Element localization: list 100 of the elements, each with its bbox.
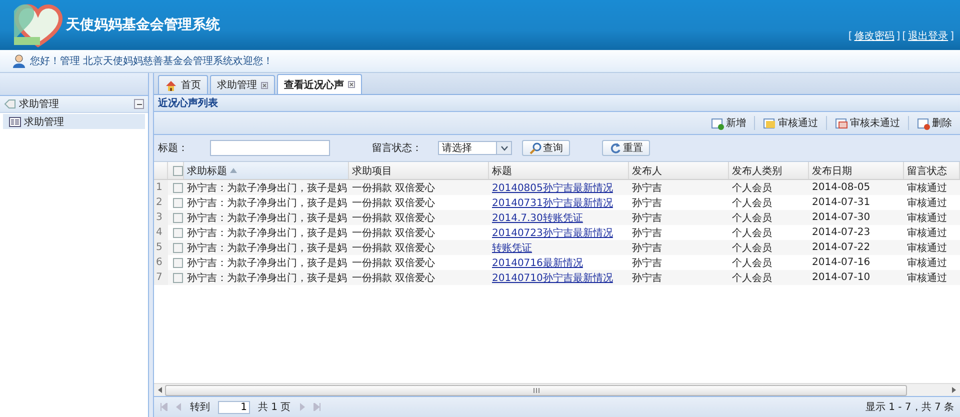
- table-cell-text: 个人会员: [731, 182, 773, 194]
- title-link[interactable]: 20140710孙宁吉最新情况: [492, 272, 613, 284]
- table-cell-text: 孙宁吉：为款子净身出门，孩子是妈: [186, 256, 348, 270]
- row-checkbox[interactable]: [173, 212, 183, 222]
- next-page-icon[interactable]: [298, 403, 305, 411]
- table-cell-text: 孙宁吉: [631, 226, 663, 240]
- column-header[interactable]: 留言状态: [904, 162, 960, 179]
- first-page-icon[interactable]: [160, 403, 168, 411]
- table-cell-text: 2014-07-16: [811, 257, 872, 268]
- table-cell-text: 一份捐款 双倍爱心: [351, 212, 436, 224]
- title-link[interactable]: 20140805孙宁吉最新情况: [492, 182, 613, 194]
- table-cell-text: 一份捐款 双倍爱心: [351, 256, 436, 270]
- toolbar-button[interactable]: 删除: [915, 114, 954, 132]
- table-cell-text: 个人会员: [731, 256, 773, 270]
- title-link[interactable]: 转账凭证: [492, 242, 532, 254]
- table-cell-text: 孙宁吉：为款子净身出门，孩子是妈: [186, 182, 348, 194]
- row-checkbox[interactable]: [173, 228, 183, 238]
- section-title: 求助管理: [19, 98, 60, 111]
- collapse-button[interactable]: [134, 99, 144, 109]
- table-cell-text: 孙宁吉: [631, 272, 663, 284]
- table-cell-text: 孙宁吉：为款子净身出门，孩子是妈: [186, 226, 348, 240]
- table-cell-text: 一份捐款 双倍爱心: [351, 272, 436, 284]
- user-icon: [12, 54, 26, 68]
- row-checkbox[interactable]: [173, 272, 183, 282]
- tag-icon: [4, 99, 16, 109]
- close-icon[interactable]: [261, 82, 268, 88]
- tab[interactable]: 查看近况心声: [277, 74, 362, 94]
- table-cell-text: 个人会员: [731, 242, 773, 254]
- home-icon: [165, 80, 177, 90]
- table-cell-text: 审核通过: [906, 256, 948, 270]
- column-header[interactable]: 求助标题: [184, 162, 349, 179]
- title-link[interactable]: 20140723孙宁吉最新情况: [492, 228, 613, 238]
- table-cell-text: 2014-07-31: [811, 197, 872, 208]
- table-cell-text: 2014-08-05: [811, 182, 872, 193]
- document-icon: [835, 116, 849, 130]
- toolbar-button[interactable]: 审核通过: [761, 114, 820, 132]
- table-cell-text: 审核通过: [906, 272, 948, 284]
- sort-up-icon: [230, 168, 237, 173]
- column-header[interactable]: 发布日期: [809, 162, 904, 179]
- row-checkbox[interactable]: [173, 182, 183, 192]
- accordion-header[interactable]: 求助管理: [0, 96, 148, 113]
- column-header[interactable]: 求助项目: [349, 162, 489, 179]
- bracket: [: [848, 30, 852, 42]
- close-icon[interactable]: [348, 81, 355, 88]
- bracket: ]: [950, 30, 954, 42]
- panel-title: 近况心声列表: [154, 95, 960, 112]
- row-number: 5: [154, 240, 168, 255]
- refresh-icon: [609, 142, 622, 154]
- bracket: [: [902, 30, 906, 42]
- header-link[interactable]: 修改密码: [854, 29, 894, 43]
- table-cell-text: 一份捐款 双倍爱心: [351, 226, 436, 240]
- toolbar-button[interactable]: 新增: [709, 114, 748, 132]
- search-button[interactable]: 查询: [522, 140, 570, 156]
- table-cell-text: 孙宁吉: [631, 196, 663, 210]
- grip-icon: [532, 388, 540, 392]
- scroll-right-icon[interactable]: [951, 387, 956, 393]
- header-link[interactable]: 退出登录: [908, 29, 948, 43]
- title-input-field[interactable]: [210, 140, 330, 156]
- table-cell-text: 孙宁吉：为款子净身出门，孩子是妈: [186, 242, 348, 254]
- scroll-left-icon[interactable]: [158, 387, 163, 393]
- title-link[interactable]: 2014.7.30转账凭证: [492, 212, 583, 224]
- reset-button[interactable]: 重置: [602, 140, 650, 156]
- table-cell-text: 审核通过: [906, 196, 948, 210]
- title-link[interactable]: 20140731孙宁吉最新情况: [492, 198, 613, 208]
- row-checkbox[interactable]: [173, 258, 183, 268]
- toolbar-button[interactable]: 审核未通过: [833, 114, 902, 132]
- table-cell-text: 一份捐款 双倍爱心: [351, 182, 436, 194]
- title-link[interactable]: 20140716最新情况: [492, 258, 583, 268]
- document-minus-icon: [917, 116, 931, 130]
- table-cell-text: 孙宁吉: [631, 242, 663, 254]
- scrollbar-thumb[interactable]: [165, 384, 907, 396]
- status-dropdown[interactable]: 请选择: [438, 141, 512, 155]
- row-checkbox[interactable]: [173, 198, 183, 208]
- column-header[interactable]: 发布人: [629, 162, 729, 179]
- table-cell-text: 孙宁吉: [631, 182, 663, 194]
- table-cell-text: 孙宁吉: [631, 256, 663, 270]
- table-cell-text: 审核通过: [906, 212, 948, 224]
- table-cell-text: 2014-07-30: [811, 212, 872, 223]
- filter-label: 留言状态：: [372, 142, 422, 155]
- last-page-icon[interactable]: [312, 403, 321, 411]
- tab[interactable]: 求助管理: [210, 75, 275, 94]
- table-cell-text: 审核通过: [906, 182, 948, 194]
- row-number: 4: [154, 225, 168, 240]
- row-checkbox[interactable]: [173, 242, 183, 252]
- caret-icon: [500, 146, 508, 150]
- select-all-checkbox[interactable]: [173, 166, 183, 176]
- horizontal-scrollbar[interactable]: [154, 383, 960, 396]
- table-cell-text: 孙宁吉：为款子净身出门，孩子是妈: [186, 196, 348, 210]
- row-number: 7: [154, 270, 168, 285]
- app-title: 天使妈妈基金会管理系统: [66, 16, 220, 34]
- column-header[interactable]: 标题: [489, 162, 629, 179]
- row-number: 2: [154, 195, 168, 210]
- table-cell-text: 2014-07-22: [811, 242, 872, 253]
- column-header[interactable]: 发布人类别: [729, 162, 809, 179]
- previous-page-icon[interactable]: [176, 403, 182, 411]
- page-input-field[interactable]: 1: [218, 400, 250, 414]
- row-number: 1: [154, 180, 168, 195]
- row-number: 3: [154, 210, 168, 225]
- sidebar-item[interactable]: 求助管理: [3, 114, 145, 129]
- tab[interactable]: 首页: [158, 75, 208, 94]
